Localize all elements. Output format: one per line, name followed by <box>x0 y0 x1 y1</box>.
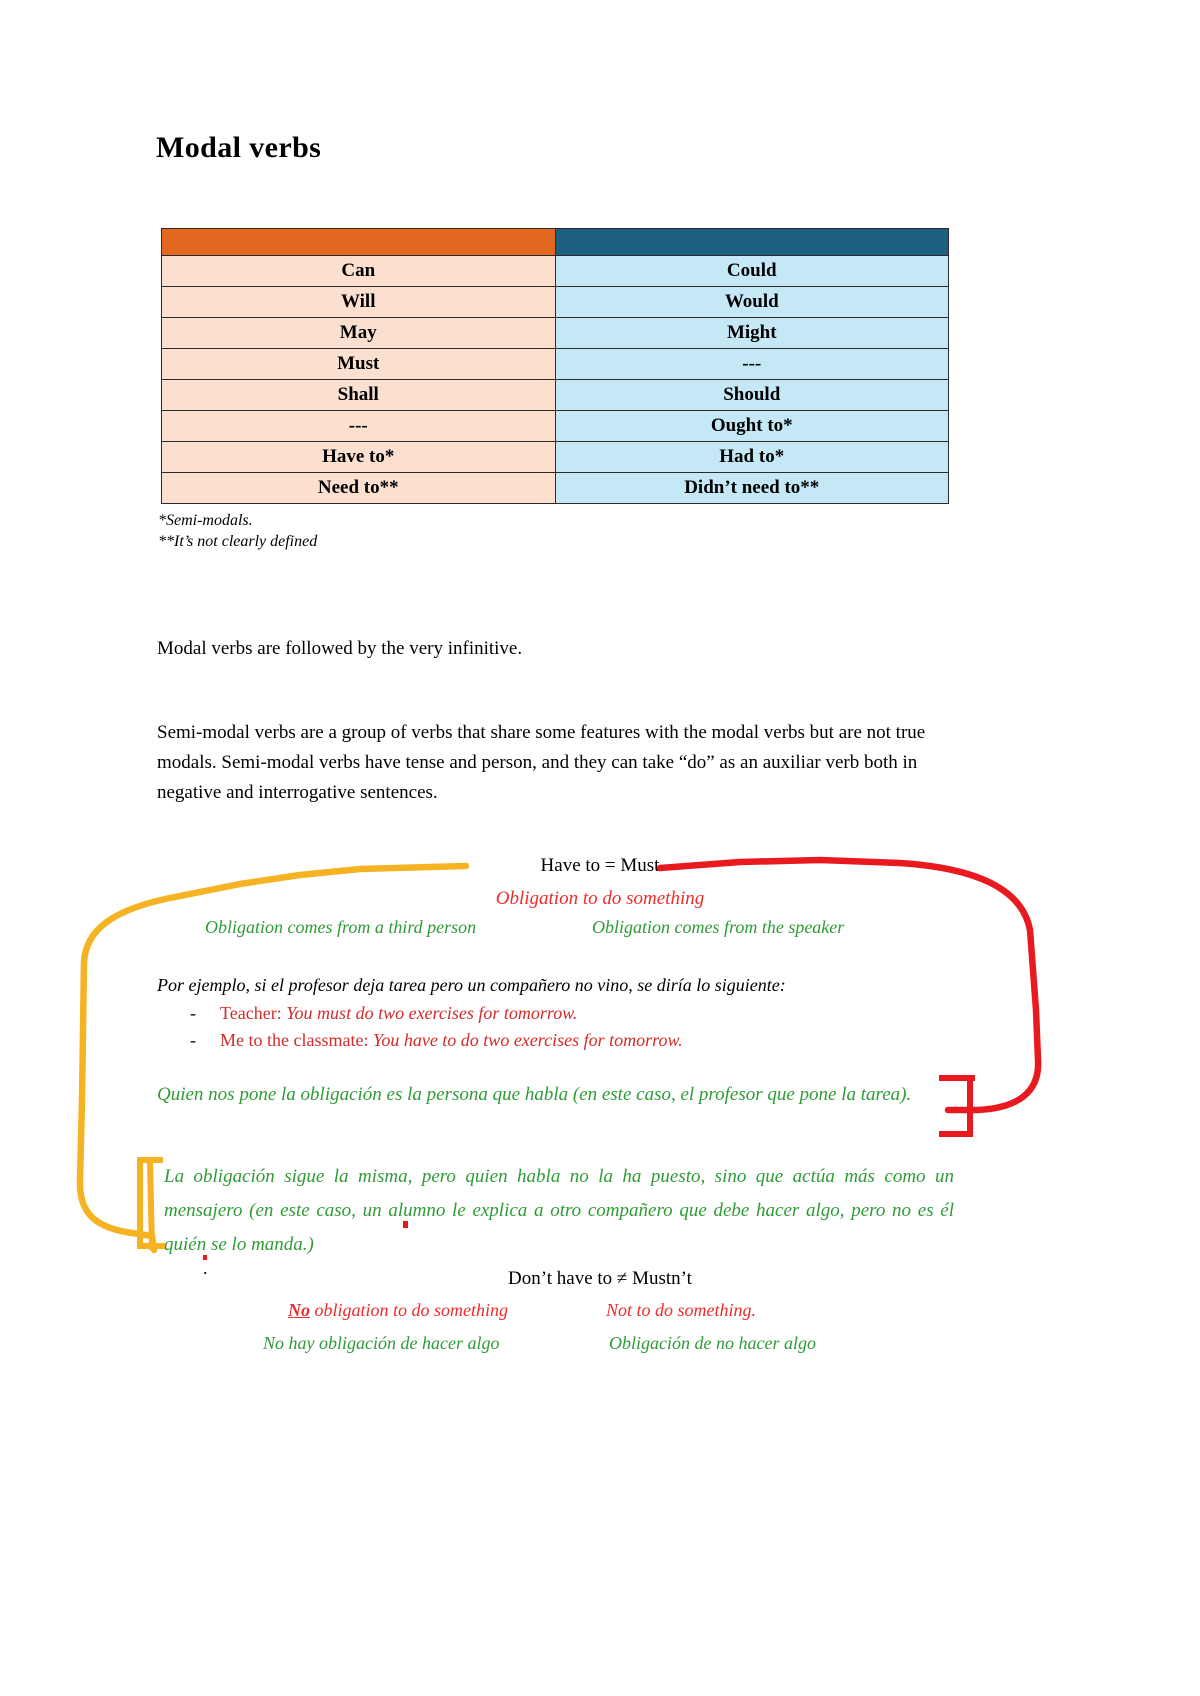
list-item: - Teacher: You must do two exercises for … <box>190 1003 577 1024</box>
table-row: Can Could <box>161 255 949 287</box>
footnote-semi-modals: *Semi-modals. <box>158 512 253 529</box>
annotation-equation: Have to = Must <box>540 855 660 876</box>
table-row: Must --- <box>161 348 949 380</box>
table-cell-present: --- <box>161 410 556 442</box>
table-cell-present: Can <box>161 255 556 287</box>
annotation-third-person-green: Obligation comes from a third person <box>205 917 477 937</box>
table-cell-past: Might <box>554 317 949 349</box>
annotation-green-explanation-2: La obligación sigue la misma, pero quien… <box>164 1166 954 1255</box>
table-row: --- Ought to* <box>161 410 949 442</box>
table-row: Shall Should <box>161 379 949 411</box>
table-cell-past: Should <box>554 379 949 411</box>
table-row: Will Would <box>161 286 949 318</box>
bullet-dash-icon: - <box>190 1003 196 1023</box>
table-row: Have to* Had to* <box>161 441 949 473</box>
table-cell-past: Had to* <box>554 441 949 473</box>
bullet-dash-icon: - <box>190 1030 196 1050</box>
table-cell-present: Need to** <box>161 472 556 504</box>
annotation-obligation-red: Obligation to do something <box>495 888 705 909</box>
bullet-text-teacher: You must do two exercises for tomorrow. <box>286 1003 578 1023</box>
table-cell-present: Will <box>161 286 556 318</box>
modal-verbs-table: Can Could Will Would May Might Must --- … <box>161 228 949 504</box>
annotation-not-to-do-red: Not to do something. <box>606 1300 757 1320</box>
bullet-text-classmate: You have to do two exercises for tomorro… <box>372 1030 683 1050</box>
table-header-row <box>161 228 949 256</box>
underlined-no: No <box>288 1300 310 1320</box>
annotation-example-intro: Por ejemplo, si el profesor deja tarea p… <box>157 975 786 995</box>
table-cell-past: --- <box>554 348 949 380</box>
table-cell-present: Shall <box>161 379 556 411</box>
annotation-obligacion-de-no-green: Obligación de no hacer algo <box>609 1333 816 1353</box>
table-cell-past: Could <box>554 255 949 287</box>
bullet-label-teacher: Teacher: <box>220 1003 282 1023</box>
annotation-no-obligation-red: No obligation to do something <box>288 1300 508 1321</box>
table-cell-present: May <box>161 317 556 349</box>
list-item: - Me to the classmate: You have to do two… <box>190 1030 683 1051</box>
table-cell-past: Would <box>554 286 949 318</box>
annotation-no-hay-obligacion-green: No hay obligación de hacer algo <box>263 1333 500 1353</box>
footnote-not-defined: **It’s not clearly defined <box>158 533 318 550</box>
annotation-green-explanation-1: Quien nos pone la obligación es la perso… <box>157 1084 912 1105</box>
page-title: Modal verbs <box>156 131 322 164</box>
bullet-label-classmate: Me to the classmate: <box>220 1030 369 1050</box>
paragraph-infinitive: Modal verbs are followed by the very inf… <box>157 638 523 659</box>
table-cell-past: Didn’t need to** <box>554 472 949 504</box>
table-cell-present: Have to* <box>161 441 556 473</box>
annotation-speaker-green: Obligation comes from the speaker <box>592 917 845 937</box>
yellow-bracket-tail <box>147 1160 155 1251</box>
table-row: Need to** Didn’t need to** <box>161 472 949 504</box>
table-cell-past: Ought to* <box>554 410 949 442</box>
table-row: May Might <box>161 317 949 349</box>
no-obligation-rest: obligation to do something <box>310 1300 509 1320</box>
yellow-hook-bracket <box>137 1157 165 1249</box>
table-header-left <box>161 228 556 256</box>
paragraph-semi-modals: Semi-modal verbs are a group of verbs th… <box>157 722 926 803</box>
annotation-bottom-equation: Don’t have to ≠ Mustn’t <box>508 1268 692 1289</box>
table-header-right <box>554 228 949 256</box>
document-page: Modal verbs Can Could Will Would May Mig… <box>0 0 1200 1696</box>
table-cell-present: Must <box>161 348 556 380</box>
